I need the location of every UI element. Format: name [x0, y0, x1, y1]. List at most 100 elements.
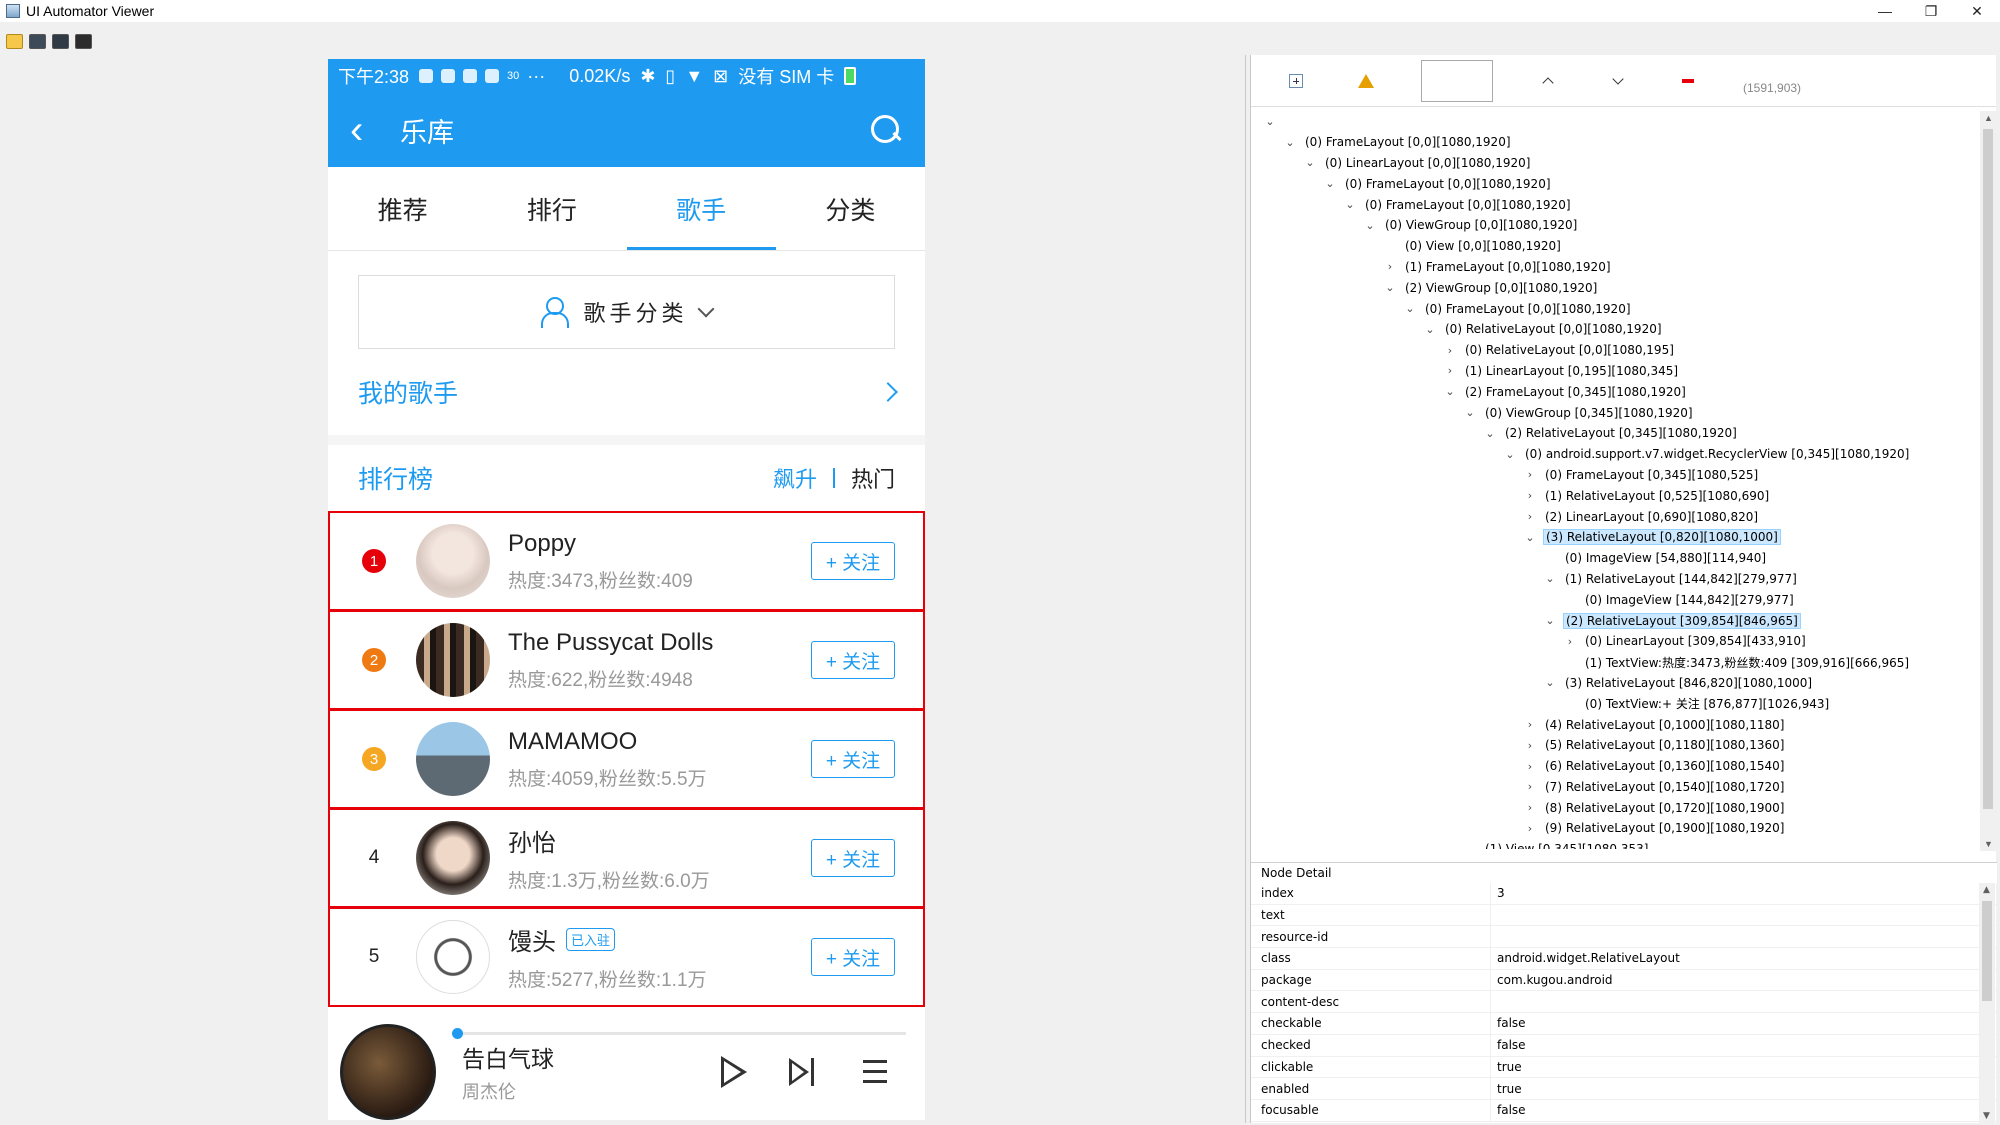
tree-node[interactable]: › (4) RelativeLayout [0,1000][1080,1180] [1251, 714, 1981, 735]
tab-singers[interactable]: 歌手 [626, 167, 777, 250]
tree-node[interactable]: › (1) LinearLayout [0,195][1080,345] [1251, 361, 1981, 382]
tree-node[interactable]: ⌄ (1) RelativeLayout [144,842][279,977] [1251, 569, 1981, 590]
tree-node[interactable]: (0) ImageView [54,880][114,940] [1251, 548, 1981, 569]
minimize-button[interactable]: — [1862, 0, 1908, 22]
detail-row[interactable]: package com.kugou.android [1251, 969, 1997, 992]
ranking-tab-soar[interactable]: 飙升 [773, 462, 817, 494]
chevron-right-icon[interactable]: › [1565, 635, 1575, 648]
scroll-down-arrow[interactable]: ▼ [1984, 839, 1993, 849]
chevron-down-icon[interactable]: ⌄ [1345, 198, 1355, 211]
singer-list-item[interactable]: 1 Poppy 热度:3473,粉丝数:409 + 关注 [328, 511, 925, 611]
chevron-right-icon[interactable]: › [1525, 760, 1535, 773]
tree-node[interactable]: ⌄ (2) RelativeLayout [309,854][846,965] [1251, 610, 1981, 631]
tree-node[interactable]: (0) ImageView [144,842][279,977] [1251, 589, 1981, 610]
screenshot-compressed-icon[interactable] [52, 33, 69, 49]
playlist-icon[interactable] [855, 1054, 891, 1090]
tree-node[interactable]: ⌄ (0) android.support.v7.widget.RecyclerV… [1251, 444, 1981, 465]
tree-node[interactable]: ⌄ (2) FrameLayout [0,345][1080,1920] [1251, 381, 1981, 402]
chevron-right-icon[interactable]: › [1525, 801, 1535, 814]
save-icon[interactable] [75, 33, 92, 49]
detail-row[interactable]: enabled true [1251, 1078, 1997, 1100]
tree-node[interactable]: › (1) FrameLayout [0,0][1080,1920] [1251, 257, 1981, 278]
my-singers-row[interactable]: 我的歌手 [328, 349, 925, 445]
follow-button[interactable]: + 关注 [811, 542, 895, 580]
ranking-tab-hot[interactable]: 热门 [851, 462, 895, 494]
chevron-right-icon[interactable]: › [1445, 344, 1455, 357]
tree-node[interactable]: ⌄ (0) FrameLayout [0,0][1080,1920] [1251, 298, 1981, 319]
tree-node[interactable]: (1) TextView:热度:3473,粉丝数:409 [309,916][6… [1251, 652, 1981, 673]
chevron-down-icon[interactable]: ⌄ [1405, 302, 1415, 315]
ui-hierarchy-tree[interactable]: ⌄ ⌄ (0) FrameLayout [0,0][1080,1920] ⌄ (0) L… [1251, 111, 1981, 849]
tab-ranking[interactable]: 排行 [477, 167, 626, 250]
chevron-down-icon[interactable]: ⌄ [1445, 385, 1455, 398]
detail-row[interactable]: checkable false [1251, 1013, 1997, 1035]
detail-row[interactable]: checked false [1251, 1034, 1997, 1057]
chevron-down-icon[interactable]: ⌄ [1465, 406, 1475, 419]
next-track-icon[interactable] [785, 1054, 821, 1090]
detail-row[interactable]: resource-id [1251, 926, 1997, 949]
tree-node[interactable]: ⌄ (3) RelativeLayout [846,820][1080,1000] [1251, 673, 1981, 694]
toggle-nafs-button[interactable] [1351, 71, 1381, 91]
tree-node[interactable]: › (0) FrameLayout [0,345][1080,525] [1251, 465, 1981, 486]
singer-list-item[interactable]: 3 MAMAMOO 热度:4059,粉丝数:5.5万 + 关注 [328, 709, 925, 809]
scroll-down-arrow[interactable]: ▼ [1983, 1111, 1990, 1121]
screenshot-icon[interactable] [29, 33, 46, 49]
tree-node[interactable]: ⌄ (0) RelativeLayout [0,0][1080,1920] [1251, 319, 1981, 340]
chevron-down-icon[interactable]: ⌄ [1285, 136, 1295, 149]
chevron-right-icon[interactable]: › [1525, 510, 1535, 523]
scroll-up-arrow[interactable]: ▲ [1984, 113, 1993, 123]
album-cover[interactable] [340, 1024, 436, 1120]
tree-node[interactable]: ⌄ (2) ViewGroup [0,0][1080,1920] [1251, 277, 1981, 298]
chevron-down-icon[interactable]: ⌄ [1545, 572, 1555, 585]
tree-scroll-thumb[interactable] [1983, 129, 1993, 809]
tree-node[interactable]: ⌄ (3) RelativeLayout [0,820][1080,1000] [1251, 527, 1981, 548]
chevron-right-icon[interactable]: › [1445, 364, 1455, 377]
tree-node[interactable]: › (9) RelativeLayout [0,1900][1080,1920] [1251, 818, 1981, 839]
tree-node[interactable]: ⌄ (0) ViewGroup [0,345][1080,1920] [1251, 402, 1981, 423]
detail-row[interactable]: text [1251, 904, 1997, 927]
tab-recommend[interactable]: 推荐 [328, 167, 477, 250]
tree-node[interactable]: ⌄ [1251, 111, 1981, 132]
tree-node[interactable]: ⌄ (0) ViewGroup [0,0][1080,1920] [1251, 215, 1981, 236]
tree-node[interactable]: (1) View [0,345][1080,353] [1251, 839, 1981, 849]
singer-list-item[interactable]: 4 孙怡 热度:1.3万,粉丝数:6.0万 + 关注 [328, 808, 925, 908]
detail-row[interactable]: clickable true [1251, 1056, 1997, 1079]
detail-scrollbar[interactable]: ▲ ▼ [1979, 883, 1995, 1123]
open-icon[interactable] [6, 33, 23, 49]
playback-progress[interactable] [452, 1028, 906, 1039]
search-icon[interactable] [869, 113, 903, 147]
follow-button[interactable]: + 关注 [811, 740, 895, 778]
follow-button[interactable]: + 关注 [811, 839, 895, 877]
detail-row[interactable]: focusable false [1251, 1099, 1997, 1122]
chevron-right-icon[interactable]: › [1525, 489, 1535, 502]
expand-all-button[interactable] [1281, 71, 1311, 91]
tree-node[interactable]: › (2) LinearLayout [0,690][1080,820] [1251, 506, 1981, 527]
chevron-right-icon[interactable]: › [1525, 780, 1535, 793]
tree-node[interactable]: ⌄ (0) FrameLayout [0,0][1080,1920] [1251, 194, 1981, 215]
play-icon[interactable] [715, 1054, 751, 1090]
previous-result-button[interactable] [1533, 71, 1563, 91]
chevron-down-icon[interactable]: ⌄ [1265, 115, 1275, 128]
chevron-down-icon[interactable]: ⌄ [1545, 676, 1555, 689]
tree-node[interactable]: › (0) LinearLayout [309,854][433,910] [1251, 631, 1981, 652]
detail-row[interactable]: class android.widget.RelativeLayout [1251, 948, 1997, 970]
chevron-right-icon[interactable]: › [1385, 260, 1395, 273]
device-screenshot[interactable]: 下午2:38 30 ··· 0.02K/s ✱ ▯ ▼ ⊠ 没有 SIM 卡 ‹… [328, 59, 925, 1120]
chevron-down-icon[interactable]: ⌄ [1425, 323, 1435, 336]
progress-handle[interactable] [452, 1028, 463, 1039]
chevron-down-icon[interactable]: ⌄ [1385, 281, 1395, 294]
chevron-right-icon[interactable]: › [1525, 822, 1535, 835]
chevron-down-icon[interactable]: ⌄ [1485, 427, 1495, 440]
mini-player[interactable]: 告白气球 周杰伦 [328, 1024, 925, 1120]
tree-node[interactable]: (0) TextView:+ 关注 [876,877][1026,943] [1251, 693, 1981, 714]
tree-node[interactable]: › (0) RelativeLayout [0,0][1080,195] [1251, 340, 1981, 361]
chevron-right-icon[interactable]: › [1525, 739, 1535, 752]
tree-node[interactable]: ⌄ (0) LinearLayout [0,0][1080,1920] [1251, 153, 1981, 174]
tree-node[interactable]: (0) View [0,0][1080,1920] [1251, 236, 1981, 257]
tree-node[interactable]: ⌄ (0) FrameLayout [0,0][1080,1920] [1251, 132, 1981, 153]
tree-node[interactable]: › (7) RelativeLayout [0,1540][1080,1720] [1251, 777, 1981, 798]
search-input[interactable] [1421, 59, 1493, 102]
tab-category[interactable]: 分类 [776, 167, 925, 250]
chevron-down-icon[interactable]: ⌄ [1305, 156, 1315, 169]
tree-node[interactable]: › (5) RelativeLayout [0,1180][1080,1360] [1251, 735, 1981, 756]
